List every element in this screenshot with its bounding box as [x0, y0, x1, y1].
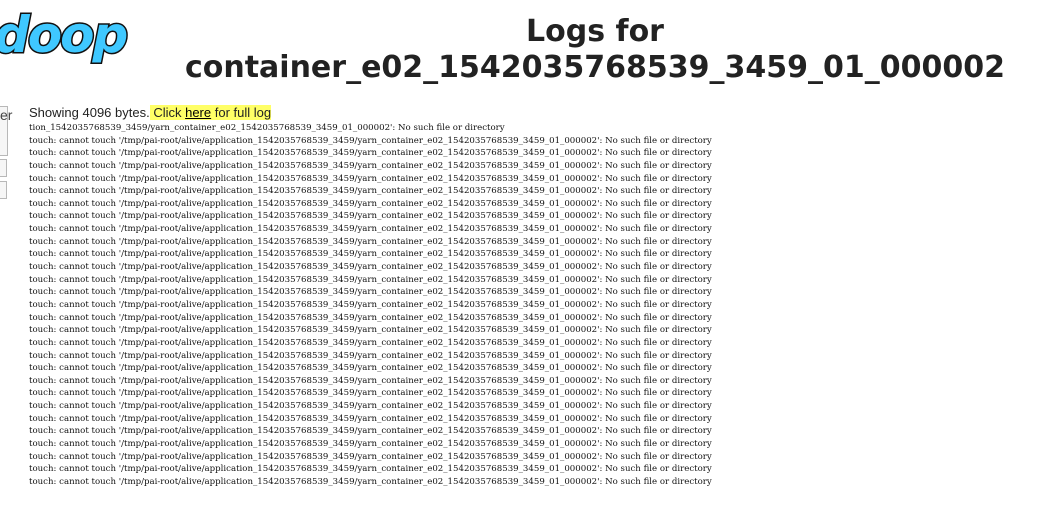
showing-bytes-text: Showing 4096 bytes.	[29, 105, 150, 120]
log-line: touch: cannot touch '/tmp/pai-root/alive…	[29, 236, 712, 247]
log-line: touch: cannot touch '/tmp/pai-root/alive…	[29, 148, 712, 159]
log-line: touch: cannot touch '/tmp/pai-root/alive…	[29, 262, 712, 273]
title-line-2: container_e02_1542035768539_3459_01_0000…	[184, 50, 1006, 85]
log-line: touch: cannot touch '/tmp/pai-root/alive…	[29, 375, 712, 386]
log-line: touch: cannot touch '/tmp/pai-root/alive…	[29, 198, 712, 209]
log-line: touch: cannot touch '/tmp/pai-root/alive…	[29, 476, 712, 487]
click-text: Click	[149, 105, 186, 120]
page-title: Logs for container_e02_1542035768539_345…	[150, 14, 1040, 86]
sidebar-button-fragment-2[interactable]	[0, 181, 7, 199]
full-log-suffix: for full log	[211, 105, 272, 120]
log-line: touch: cannot touch '/tmp/pai-root/alive…	[29, 388, 712, 399]
log-line: touch: cannot touch '/tmp/pai-root/alive…	[29, 224, 712, 235]
log-line: touch: cannot touch '/tmp/pai-root/alive…	[29, 173, 712, 184]
log-line: touch: cannot touch '/tmp/pai-root/alive…	[29, 160, 712, 171]
log-line: touch: cannot touch '/tmp/pai-root/alive…	[29, 337, 712, 348]
log-line: touch: cannot touch '/tmp/pai-root/alive…	[29, 211, 712, 222]
sidebar-fragment-label: er	[0, 107, 13, 123]
sidebar-button-fragment-1[interactable]	[0, 159, 7, 177]
log-line: touch: cannot touch '/tmp/pai-root/alive…	[29, 325, 712, 336]
log-info-line: Showing 4096 bytes. Click here for full …	[29, 105, 272, 121]
log-page: doop Logs for container_e02_154203576853…	[0, 0, 1046, 512]
log-line-first: tion_1542035768539_3459/yarn_container_e…	[29, 123, 505, 133]
full-log-highlight: Click here for full log	[149, 105, 272, 120]
log-line: touch: cannot touch '/tmp/pai-root/alive…	[29, 426, 712, 437]
log-line: touch: cannot touch '/tmp/pai-root/alive…	[29, 312, 712, 323]
log-line: touch: cannot touch '/tmp/pai-root/alive…	[29, 464, 712, 475]
full-log-link[interactable]: here	[185, 105, 211, 120]
log-line: touch: cannot touch '/tmp/pai-root/alive…	[29, 299, 712, 310]
log-line: touch: cannot touch '/tmp/pai-root/alive…	[29, 413, 712, 424]
log-line: touch: cannot touch '/tmp/pai-root/alive…	[29, 249, 712, 260]
log-line: touch: cannot touch '/tmp/pai-root/alive…	[29, 274, 712, 285]
log-line: touch: cannot touch '/tmp/pai-root/alive…	[29, 350, 712, 361]
logo-text: doop	[0, 6, 126, 64]
log-line: touch: cannot touch '/tmp/pai-root/alive…	[29, 439, 712, 450]
log-line: touch: cannot touch '/tmp/pai-root/alive…	[29, 186, 712, 197]
log-line: touch: cannot touch '/tmp/pai-root/alive…	[29, 135, 712, 146]
log-line: touch: cannot touch '/tmp/pai-root/alive…	[29, 401, 712, 412]
log-line: touch: cannot touch '/tmp/pai-root/alive…	[29, 363, 712, 374]
hadoop-logo[interactable]: doop	[0, 6, 128, 64]
log-line: touch: cannot touch '/tmp/pai-root/alive…	[29, 451, 712, 462]
log-output: tion_1542035768539_3459/yarn_container_e…	[29, 122, 712, 489]
title-line-1: Logs for	[526, 14, 664, 49]
log-line: touch: cannot touch '/tmp/pai-root/alive…	[29, 287, 712, 298]
